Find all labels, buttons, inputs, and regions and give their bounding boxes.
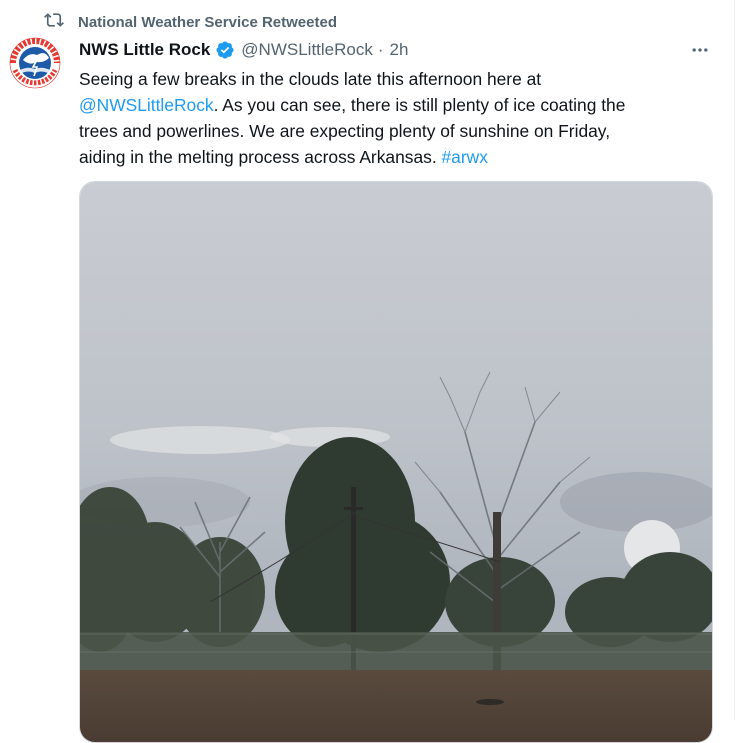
- separator-dot: ·: [377, 40, 384, 59]
- avatar[interactable]: [8, 36, 62, 90]
- retweeted-label: National Weather Service Retweeted: [78, 13, 337, 31]
- social-context[interactable]: National Weather Service Retweeted: [44, 12, 337, 32]
- tweet-photo[interactable]: [79, 181, 713, 743]
- timestamp[interactable]: 2h: [390, 40, 409, 60]
- tweet-line-3: trees and powerlines. We are expecting p…: [79, 121, 611, 141]
- tweet-text: Seeing a few breaks in the clouds late t…: [79, 66, 719, 170]
- display-name[interactable]: NWS Little Rock: [79, 40, 210, 60]
- mention-link[interactable]: @NWSLittleRock: [79, 95, 214, 115]
- retweet-icon: [44, 10, 64, 34]
- more-options-icon[interactable]: [688, 40, 712, 60]
- author-handle[interactable]: @NWSLittleRock: [241, 40, 373, 60]
- hashtag-link[interactable]: #arwx: [442, 147, 488, 167]
- tweet-line-4: aiding in the melting process across Ark…: [79, 147, 442, 167]
- tweet-line-2: . As you can see, there is still plenty …: [213, 95, 626, 115]
- tweet-line-1: Seeing a few breaks in the clouds late t…: [79, 69, 542, 89]
- tweet-header: NWS Little Rock @NWSLittleRock · 2h: [79, 38, 408, 62]
- verified-badge-icon[interactable]: [215, 40, 235, 60]
